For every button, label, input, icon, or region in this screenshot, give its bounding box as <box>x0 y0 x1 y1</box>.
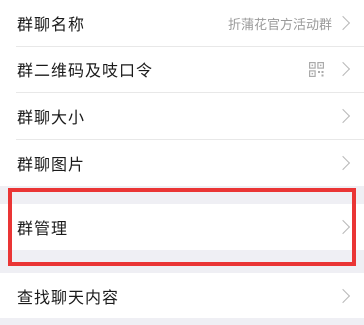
search-chat-content-row[interactable]: 查找聊天内容 <box>0 273 364 318</box>
group-name-label: 群聊名称 <box>17 15 86 34</box>
chevron-right-icon <box>335 155 351 170</box>
chevron-right-icon <box>335 288 351 303</box>
group-size-row[interactable]: 群聊大小 <box>0 92 364 139</box>
chat-search-section: 查找聊天内容 <box>0 273 364 318</box>
chevron-right-icon <box>335 61 351 77</box>
group-qrcode-row[interactable]: 群二维码及吱口令 <box>0 46 364 92</box>
group-info-settings: 群聊名称 折蒲花官方活动群 群二维码及吱口令 群聊大小 群聊图片 <box>0 0 364 186</box>
search-chat-content-label: 查找聊天内容 <box>17 287 120 307</box>
group-size-label: 群聊大小 <box>17 107 86 127</box>
chevron-right-icon <box>335 108 351 123</box>
group-name-value: 折蒲花官方活动群 <box>227 17 332 33</box>
group-image-row[interactable]: 群聊图片 <box>0 139 364 186</box>
group-qrcode-label: 群二维码及吱口令 <box>17 61 154 80</box>
group-management-row[interactable]: 群管理 <box>0 204 364 250</box>
group-image-label: 群聊图片 <box>17 154 86 174</box>
chevron-right-icon <box>335 15 351 31</box>
group-name-row[interactable]: 群聊名称 折蒲花官方活动群 <box>0 0 364 46</box>
group-management-label: 群管理 <box>17 219 69 238</box>
qr-code-icon <box>309 61 324 77</box>
group-management-section: 群管理 <box>0 204 364 250</box>
chevron-right-icon <box>335 219 351 235</box>
